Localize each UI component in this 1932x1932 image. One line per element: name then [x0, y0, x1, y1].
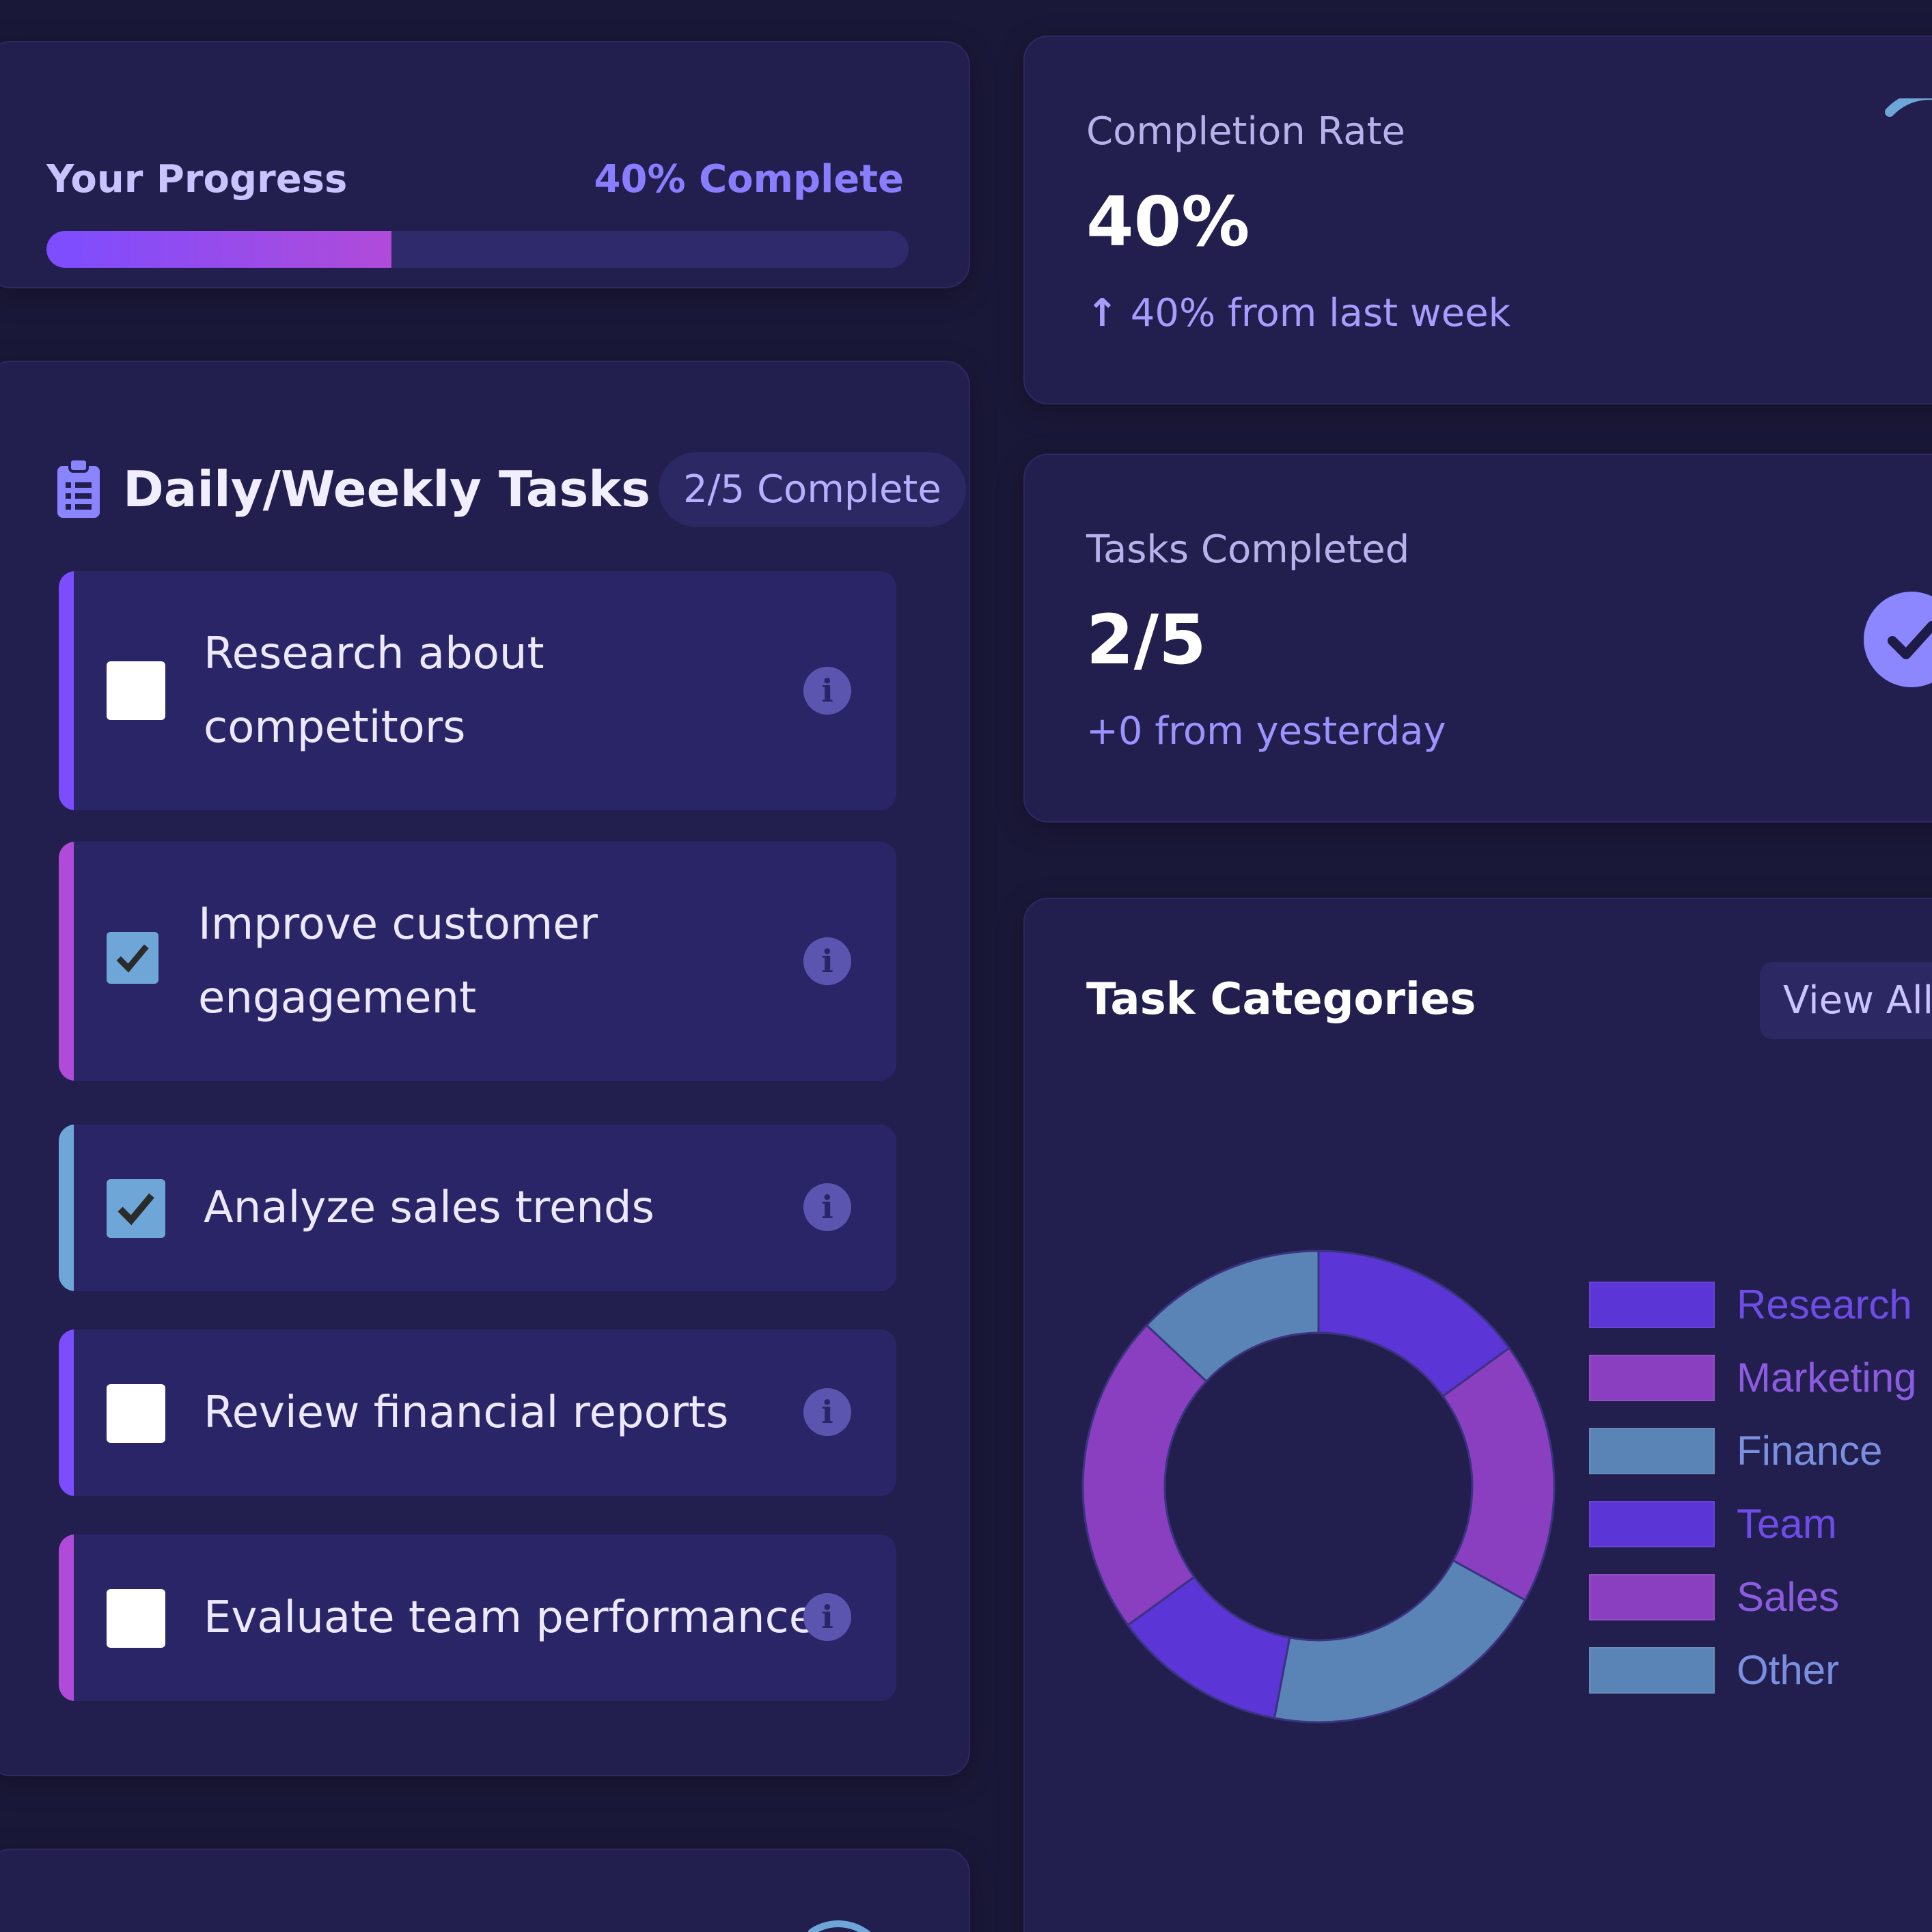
chart-legend: Research Marketing Finance Team Sales Other: [1589, 1268, 1916, 1707]
task-accent: [59, 1329, 74, 1496]
legend-swatch: [1589, 1354, 1715, 1401]
donut-slice-marketing[interactable]: [1441, 1347, 1556, 1602]
progress-ring-icon: [808, 1920, 871, 1932]
legend-item-team[interactable]: Team: [1589, 1487, 1916, 1560]
task-item[interactable]: Review financial reports i: [59, 1329, 896, 1496]
legend-label: Team: [1737, 1501, 1837, 1547]
bottom-card: [0, 1849, 970, 1932]
check-circle-icon: [1864, 592, 1932, 687]
tasks-completed-value: 2/5: [1086, 600, 1206, 680]
legend-item-other[interactable]: Other: [1589, 1633, 1916, 1707]
progress-title: Your Progress: [46, 157, 348, 202]
task-categories-card: Task Categories View All Research Marketi…: [1023, 898, 1932, 1932]
checkmark-icon: [118, 1193, 154, 1226]
legend-swatch: [1589, 1281, 1715, 1328]
task-label: Analyze sales trends: [204, 1183, 654, 1233]
task-item[interactable]: Evaluate team performance i: [59, 1534, 896, 1701]
task-label: Evaluate team performance: [204, 1592, 816, 1643]
legend-label: Sales: [1737, 1574, 1840, 1620]
tasks-title: Daily/Weekly Tasks: [123, 460, 651, 518]
info-icon[interactable]: i: [803, 1593, 851, 1641]
progress-bar: [46, 231, 909, 268]
task-checkbox[interactable]: [107, 1384, 165, 1443]
task-checkbox[interactable]: [107, 661, 165, 720]
legend-swatch: [1589, 1573, 1715, 1620]
task-item[interactable]: Research about competitors i: [59, 571, 896, 810]
legend-item-research[interactable]: Research: [1589, 1268, 1916, 1341]
task-item[interactable]: Improve customer engagement i: [59, 842, 896, 1081]
legend-swatch: [1589, 1646, 1715, 1694]
donut-slice-sales[interactable]: [1081, 1323, 1209, 1627]
legend-label: Finance: [1737, 1428, 1883, 1474]
tasks-complete-badge: 2/5 Complete: [659, 452, 966, 527]
tasks-card: Daily/Weekly Tasks 2/5 Complete Research…: [0, 361, 970, 1776]
progress-ring-icon: [1885, 98, 1932, 117]
task-item[interactable]: Analyze sales trends i: [59, 1124, 896, 1291]
category-donut-chart: [1081, 1250, 1556, 1724]
task-checkbox[interactable]: [107, 1179, 165, 1238]
task-accent: [59, 842, 74, 1081]
tasks-completed-change: +0 from yesterday: [1086, 709, 1446, 754]
completion-rate-label: Completion Rate: [1086, 109, 1405, 154]
legend-item-marketing[interactable]: Marketing: [1589, 1341, 1916, 1414]
legend-item-sales[interactable]: Sales: [1589, 1560, 1916, 1633]
progress-card: Your Progress 40% Complete: [0, 41, 970, 288]
completion-rate-value: 40%: [1086, 182, 1250, 262]
info-icon[interactable]: i: [803, 937, 851, 985]
checkmark-icon: [116, 944, 149, 973]
view-all-button[interactable]: View All: [1760, 962, 1932, 1039]
task-accent: [59, 571, 74, 810]
donut-slice-finance[interactable]: [1273, 1559, 1527, 1724]
tasks-completed-card: Tasks Completed 2/5 +0 from yesterday: [1023, 454, 1932, 823]
completion-change-text: 40% from last week: [1130, 291, 1511, 335]
task-categories-title: Task Categories: [1086, 974, 1476, 1025]
tasks-header: Daily/Weekly Tasks 2/5 Complete: [56, 448, 966, 530]
clipboard-icon: [57, 459, 100, 518]
info-icon[interactable]: i: [803, 1183, 851, 1231]
info-icon[interactable]: i: [803, 1388, 851, 1436]
legend-swatch: [1589, 1500, 1715, 1547]
completion-rate-card: Completion Rate 40% ↑ 40% from last week: [1023, 36, 1932, 404]
legend-label: Research: [1737, 1282, 1912, 1327]
progress-percent-label: 40% Complete: [594, 157, 904, 202]
task-checkbox[interactable]: [107, 932, 158, 984]
task-checkbox[interactable]: [107, 1589, 165, 1648]
legend-item-finance[interactable]: Finance: [1589, 1414, 1916, 1487]
legend-label: Other: [1737, 1647, 1840, 1693]
info-icon[interactable]: i: [803, 667, 851, 715]
arrow-up-icon: ↑: [1086, 291, 1118, 335]
tasks-completed-label: Tasks Completed: [1086, 527, 1410, 572]
task-label: Research about competitors: [204, 629, 544, 753]
task-accent: [59, 1124, 74, 1291]
legend-swatch: [1589, 1427, 1715, 1474]
progress-bar-fill: [46, 231, 391, 268]
task-label: Review financial reports: [204, 1388, 729, 1438]
completion-rate-change: ↑ 40% from last week: [1086, 291, 1510, 335]
task-accent: [59, 1534, 74, 1701]
legend-label: Marketing: [1737, 1355, 1917, 1400]
task-label: Improve customer engagement: [198, 899, 598, 1023]
